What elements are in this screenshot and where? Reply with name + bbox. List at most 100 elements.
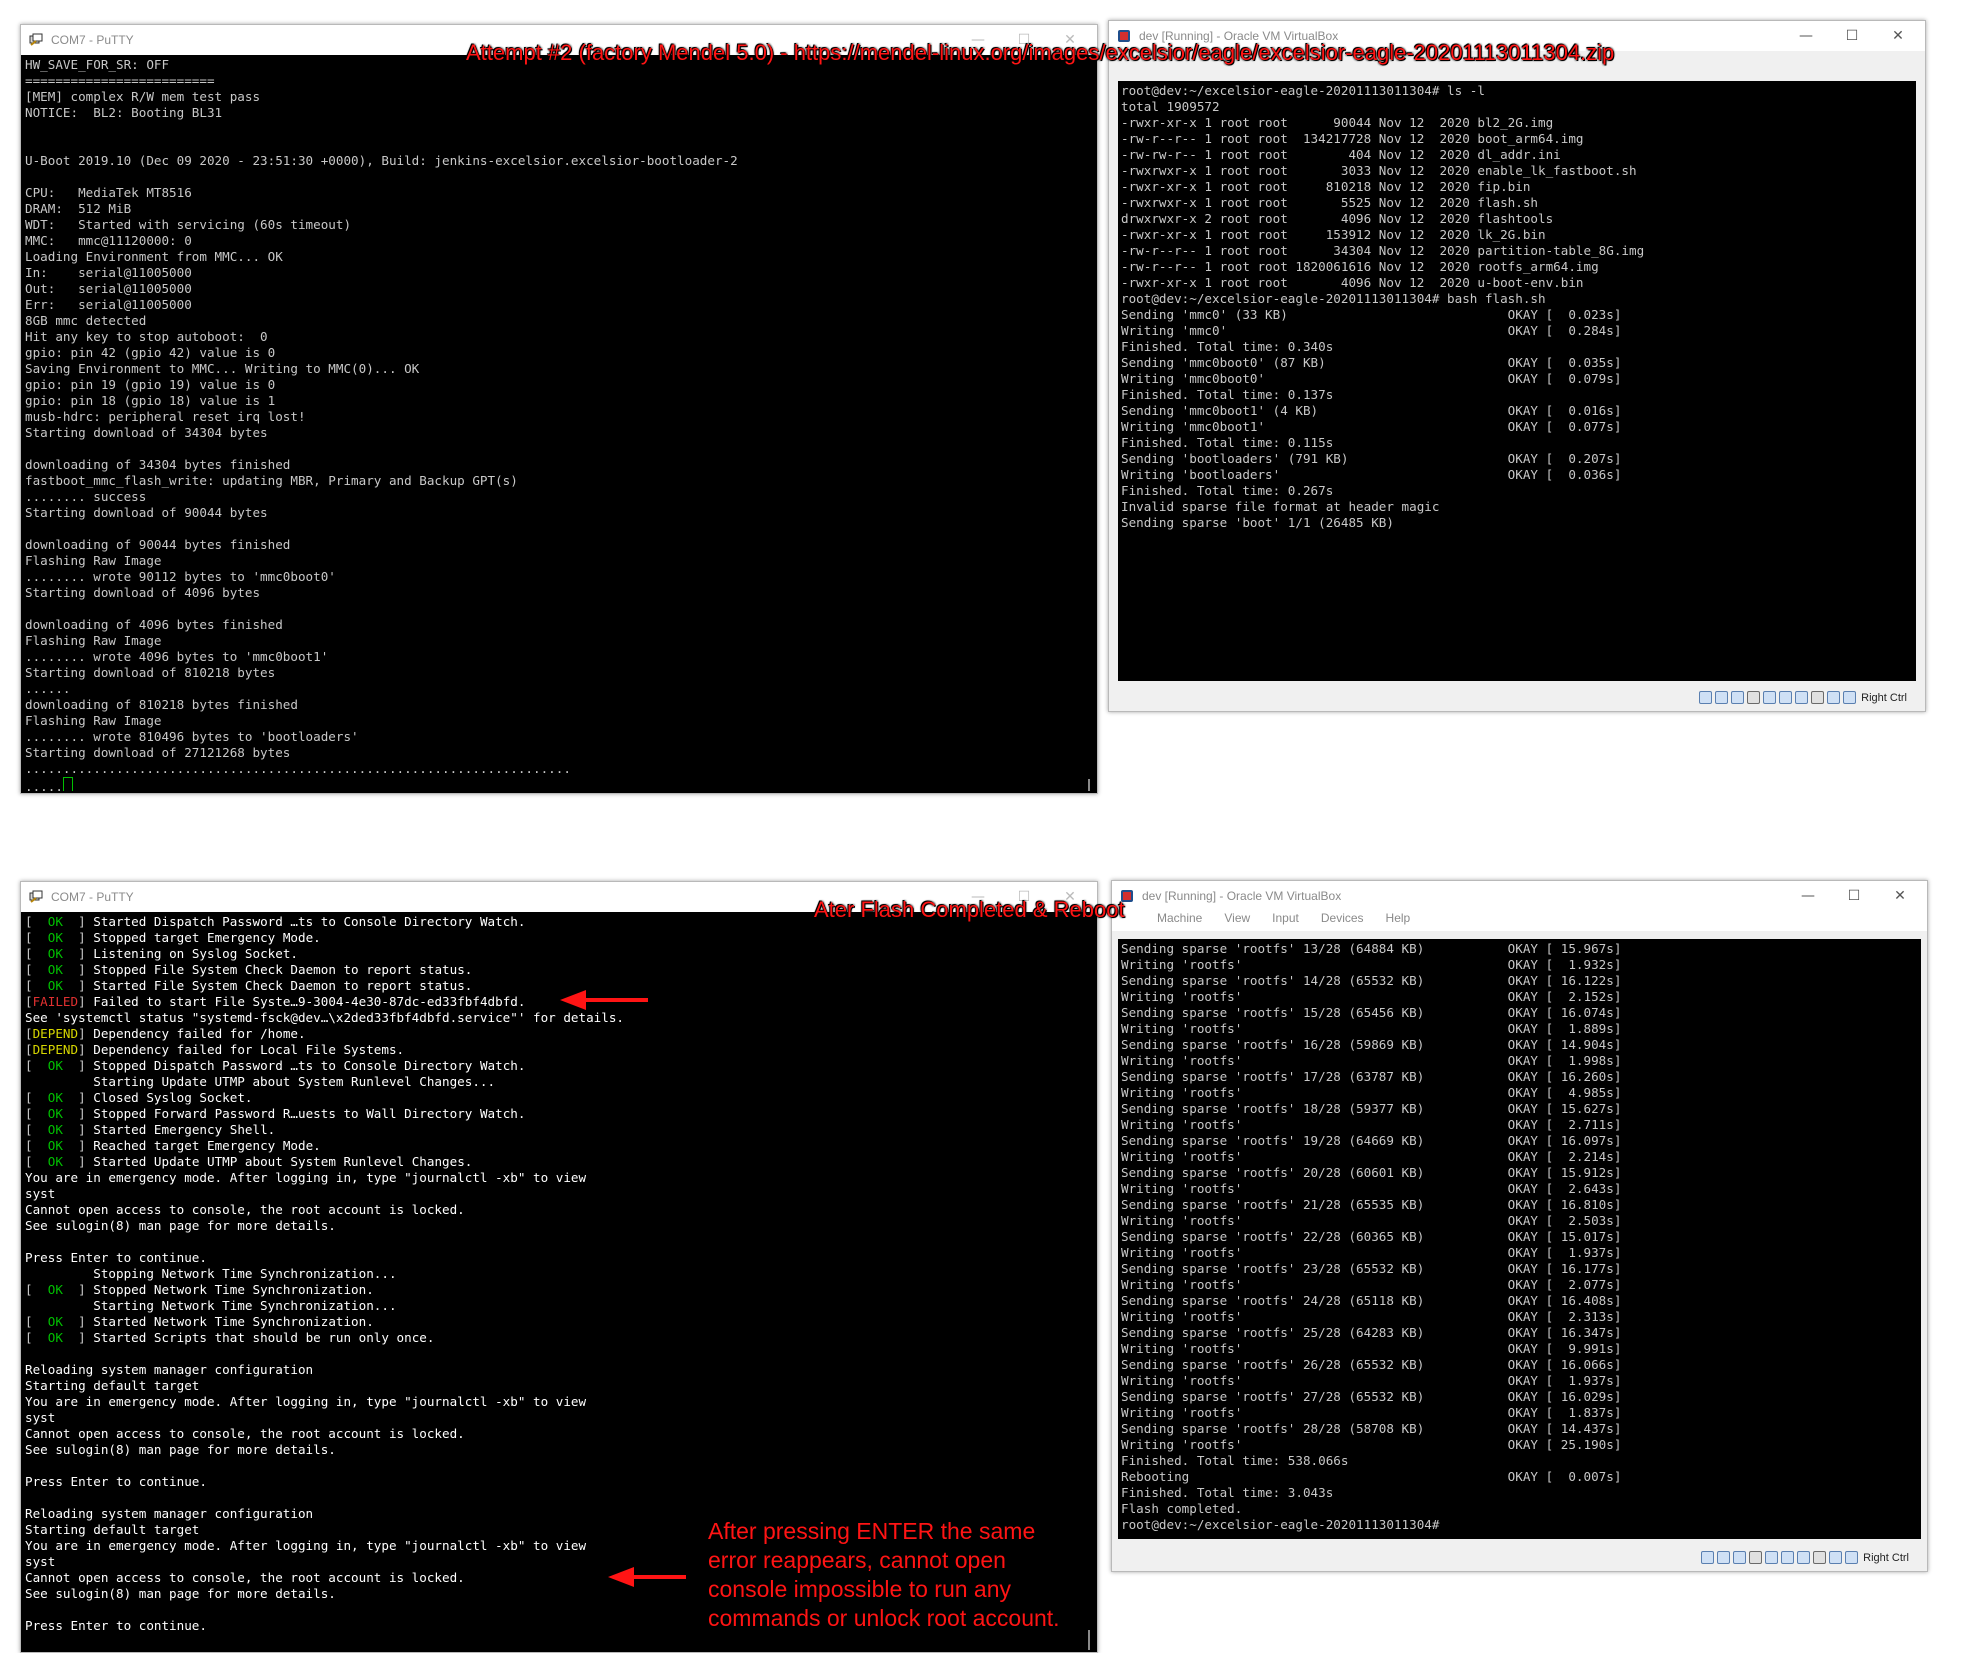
terminal-line: ========================= bbox=[25, 73, 215, 88]
log-text: See sulogin(8) man page for more details… bbox=[25, 1586, 336, 1601]
recording-icon[interactable] bbox=[1813, 1551, 1827, 1564]
console-line: Sending sparse 'rootfs' 24/28 (65118 KB)… bbox=[1121, 1293, 1622, 1308]
console-line: Sending sparse 'rootfs' 14/28 (65532 KB)… bbox=[1121, 973, 1622, 988]
cpu-icon[interactable] bbox=[1829, 1551, 1843, 1564]
display-icon[interactable] bbox=[1797, 1551, 1811, 1564]
audio-icon[interactable] bbox=[1733, 1551, 1747, 1564]
keyboard-icon[interactable] bbox=[1845, 1551, 1859, 1564]
log-text: Press Enter to continue. bbox=[25, 1250, 207, 1265]
audio-icon[interactable] bbox=[1731, 691, 1745, 704]
annotation-top: Attempt #2 (factory Mendel 5.0) - https:… bbox=[466, 40, 1615, 65]
log-line: [ OK ] Stopped Network Time Synchronizat… bbox=[25, 1282, 374, 1297]
status-tag-ok: OK bbox=[32, 946, 79, 961]
log-text: See sulogin(8) man page for more details… bbox=[25, 1442, 336, 1457]
display-icon[interactable] bbox=[1795, 691, 1809, 704]
log-text: Reloading system manager configuration bbox=[25, 1362, 314, 1377]
annotation-line: error reappears, cannot open bbox=[708, 1547, 1006, 1573]
menu-machine[interactable]: Machine bbox=[1157, 911, 1202, 931]
log-line: syst bbox=[25, 1186, 55, 1201]
cpu-icon[interactable] bbox=[1827, 691, 1841, 704]
close-button[interactable]: ✕ bbox=[1875, 21, 1921, 51]
harddisk-icon[interactable] bbox=[1699, 691, 1713, 704]
terminal-output[interactable]: HW_SAVE_FOR_SR: OFF ====================… bbox=[22, 55, 1094, 791]
terminal-line: WDT: Started with servicing (60s timeout… bbox=[25, 217, 352, 232]
terminal-line: downloading of 34304 bytes finished bbox=[25, 457, 291, 472]
close-button[interactable]: ✕ bbox=[1877, 881, 1923, 911]
console-line: Writing 'rootfs' OKAY [ 2.214s] bbox=[1121, 1149, 1622, 1164]
maximize-button[interactable]: ☐ bbox=[1829, 21, 1875, 51]
log-line: Starting Update UTMP about System Runlev… bbox=[25, 1074, 495, 1089]
harddisk-icon[interactable] bbox=[1701, 1551, 1715, 1564]
console-line: -rwxr-xr-x 1 root root 4096 Nov 12 2020 … bbox=[1121, 275, 1584, 290]
virtualbox-window-bottom[interactable]: dev [Running] - Oracle VM VirtualBox — ☐… bbox=[1111, 880, 1928, 1572]
console-line: Writing 'rootfs' OKAY [ 2.503s] bbox=[1121, 1213, 1622, 1228]
console-line: -rw-rw-r-- 1 root root 404 Nov 12 2020 d… bbox=[1121, 147, 1561, 162]
status-tag-ok: OK bbox=[32, 914, 79, 929]
status-tag-ok: OK bbox=[32, 1106, 79, 1121]
log-text: Failed to start File Syste…9-3004-4e30-8… bbox=[93, 994, 526, 1009]
shared-folders-icon[interactable] bbox=[1779, 691, 1793, 704]
terminal-line: CPU: MediaTek MT8516 bbox=[25, 185, 192, 200]
terminal-line: MMC: mmc@11120000: 0 bbox=[25, 233, 192, 248]
terminal-line: NOTICE: BL2: Booting BL31 bbox=[25, 105, 223, 120]
log-text: Started File System Check Daemon to repo… bbox=[93, 978, 473, 993]
log-text: Stopped Dispatch Password …ts to Console… bbox=[93, 1058, 526, 1073]
optical-drive-icon[interactable] bbox=[1717, 1551, 1731, 1564]
log-line: See sulogin(8) man page for more details… bbox=[25, 1442, 336, 1457]
annotation-line: After pressing ENTER the same bbox=[708, 1518, 1036, 1544]
menu-help[interactable]: Help bbox=[1386, 911, 1411, 931]
arrow-failed bbox=[560, 990, 648, 1010]
scrollbar[interactable] bbox=[1088, 779, 1090, 791]
status-tag-ok: OK bbox=[32, 930, 79, 945]
minimize-button[interactable]: — bbox=[1783, 21, 1829, 51]
log-line: Stopping Network Time Synchronization... bbox=[25, 1266, 396, 1281]
vbox-menubar: Machine View Input Devices Help bbox=[1112, 911, 1927, 931]
putty-window-top[interactable]: COM7 - PuTTY — ☐ ✕ HW_SAVE_FOR_SR: OFF =… bbox=[20, 24, 1098, 794]
log-line: You are in emergency mode. After logging… bbox=[25, 1170, 586, 1185]
network-icon[interactable] bbox=[1749, 1551, 1763, 1564]
keyboard-icon[interactable] bbox=[1843, 691, 1857, 704]
terminal-line: ...... bbox=[25, 681, 71, 696]
optical-drive-icon[interactable] bbox=[1715, 691, 1729, 704]
menu-devices[interactable]: Devices bbox=[1321, 911, 1364, 931]
terminal-line: Starting download of 810218 bytes bbox=[25, 665, 276, 680]
virtualbox-window-top[interactable]: dev [Running] - Oracle VM VirtualBox — ☐… bbox=[1108, 20, 1926, 712]
terminal-line: ........ success bbox=[25, 489, 147, 504]
console-line: Finished. Total time: 3.043s bbox=[1121, 1485, 1334, 1500]
vm-console[interactable]: root@dev:~/excelsior-eagle-2020111301130… bbox=[1118, 81, 1916, 681]
vm-console[interactable]: Sending sparse 'rootfs' 13/28 (64884 KB)… bbox=[1118, 939, 1921, 1539]
maximize-button[interactable]: ☐ bbox=[1831, 881, 1877, 911]
log-text: Press Enter to continue. bbox=[25, 1474, 207, 1489]
log-line: [ OK ] Stopped Dispatch Password …ts to … bbox=[25, 1058, 526, 1073]
menu-view[interactable]: View bbox=[1224, 911, 1250, 931]
scrollbar[interactable] bbox=[1088, 1630, 1090, 1650]
minimize-button[interactable]: — bbox=[1785, 881, 1831, 911]
terminal-line: Starting download of 4096 bytes bbox=[25, 585, 261, 600]
network-icon[interactable] bbox=[1747, 691, 1761, 704]
console-line: Writing 'rootfs' OKAY [ 2.152s] bbox=[1121, 989, 1622, 1004]
terminal-line: musb-hdrc: peripheral reset irq lost! bbox=[25, 409, 306, 424]
usb-icon[interactable] bbox=[1765, 1551, 1779, 1564]
log-line: [ OK ] Stopped Forward Password R…uests … bbox=[25, 1106, 526, 1121]
terminal-line: gpio: pin 18 (gpio 18) value is 1 bbox=[25, 393, 276, 408]
console-line: Sending 'mmc0boot1' (4 KB) OKAY [ 0.016s… bbox=[1121, 403, 1622, 418]
terminal-line: gpio: pin 19 (gpio 19) value is 0 bbox=[25, 377, 276, 392]
terminal-line: ........ wrote 4096 bytes to 'mmc0boot1' bbox=[25, 649, 329, 664]
console-line: Writing 'rootfs' OKAY [ 1.837s] bbox=[1121, 1405, 1622, 1420]
console-line: Writing 'rootfs' OKAY [ 2.643s] bbox=[1121, 1181, 1622, 1196]
usb-icon[interactable] bbox=[1763, 691, 1777, 704]
console-line: Sending sparse 'rootfs' 28/28 (58708 KB)… bbox=[1121, 1421, 1622, 1436]
console-line: Sending sparse 'rootfs' 21/28 (65535 KB)… bbox=[1121, 1197, 1622, 1212]
log-line: [ OK ] Reached target Emergency Mode. bbox=[25, 1138, 321, 1153]
shared-folders-icon[interactable] bbox=[1781, 1551, 1795, 1564]
console-line: -rw-r--r-- 1 root root 34304 Nov 12 2020… bbox=[1121, 243, 1645, 258]
console-line: Writing 'rootfs' OKAY [ 1.937s] bbox=[1121, 1245, 1622, 1260]
log-text: Press Enter to continue. bbox=[25, 1618, 207, 1633]
log-text: Started Dispatch Password …ts to Console… bbox=[93, 914, 526, 929]
host-key-label: Right Ctrl bbox=[1861, 691, 1907, 704]
menu-input[interactable]: Input bbox=[1272, 911, 1299, 931]
console-line: root@dev:~/excelsior-eagle-2020111301130… bbox=[1121, 1517, 1440, 1532]
recording-icon[interactable] bbox=[1811, 691, 1825, 704]
terminal-line: Flashing Raw Image bbox=[25, 713, 162, 728]
vbox-titlebar[interactable]: dev [Running] - Oracle VM VirtualBox — ☐… bbox=[1112, 881, 1927, 911]
